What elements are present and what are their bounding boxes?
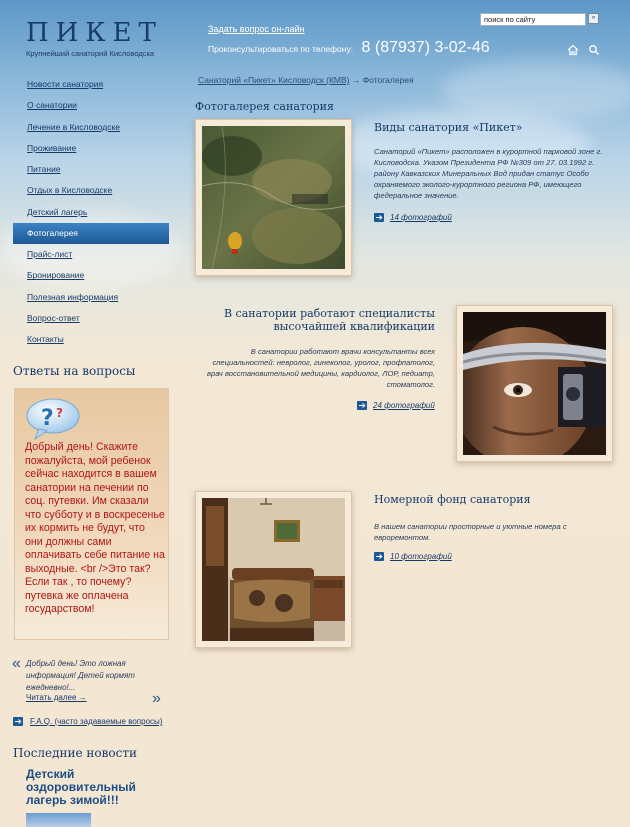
sidebar-item-gallery[interactable]: Фотогалерея <box>13 223 169 245</box>
sidebar-item-useful-info[interactable]: Полезная информация <box>13 290 169 311</box>
sidebar-item-food[interactable]: Питание <box>13 162 169 183</box>
sidebar-item-leisure[interactable]: Отдых в Кисловодске <box>13 183 169 204</box>
search-input[interactable]: поиск по сайту <box>480 13 586 26</box>
sidebar-item-contacts[interactable]: Контакты <box>13 332 169 353</box>
logo-title: ПИКЕТ <box>26 18 163 48</box>
section-title-views[interactable]: Виды санатория «Пикет» <box>374 121 614 134</box>
sidebar-nav: Новости санатория О санатории Лечение в … <box>13 77 169 354</box>
quote-close-icon: » <box>152 690 161 707</box>
gallery-photo-views[interactable] <box>195 119 352 276</box>
qa-question-box[interactable]: ? ? Добрый день! Скажите пожалуйста, мой… <box>14 388 169 640</box>
arrow-right-icon <box>374 213 384 222</box>
eye-exam-image <box>463 312 606 455</box>
quote-open-icon: « <box>12 655 21 672</box>
sidebar-item-news[interactable]: Новости санатория <box>13 77 169 98</box>
news-thumbnail[interactable] <box>26 813 91 827</box>
sidebar-item-about[interactable]: О санатории <box>13 98 169 119</box>
logo-subtitle: Крупнейший санаторий Кисловодска <box>26 49 155 58</box>
section-desc-views: Санаторий «Пикет» расположен в курортной… <box>374 147 603 200</box>
gallery-photo-rooms[interactable] <box>195 491 352 648</box>
arrow-right-icon <box>374 552 384 561</box>
phone-number: 8 (87937) 3-02-46 <box>361 39 490 56</box>
qa-question-text: Добрый день! Скажите пожалуйста, мой реб… <box>25 441 165 615</box>
photos-count-link-specialists[interactable]: 24 фотографий <box>373 401 435 410</box>
section-desc-specialists: В санатории работают врачи консультанты … <box>207 347 435 389</box>
news-item-title[interactable]: Детский оздоровительный лагерь зимой!!! <box>26 768 156 807</box>
phone-block: Проконсультироваться по телефону: 8 (879… <box>208 39 490 57</box>
svg-text:?: ? <box>41 406 54 431</box>
news-heading: Последние новости <box>13 746 137 760</box>
sidebar-item-treatment[interactable]: Лечение в Кисловодске <box>13 120 169 141</box>
search-icon[interactable] <box>588 44 600 56</box>
faq-link[interactable]: F.A.Q. (часто задаваемые вопросы) <box>30 717 162 726</box>
read-more-link[interactable]: Читать далее → <box>26 693 87 702</box>
breadcrumb: Санаторий «Пикет» Кисловодск (КМВ) → Фот… <box>198 75 414 85</box>
sidebar-item-price-list[interactable]: Прайс-лист <box>13 247 169 268</box>
cloud-decoration <box>440 60 630 120</box>
sidebar-item-booking[interactable]: Бронирование <box>13 268 169 289</box>
site-logo[interactable]: ПИКЕТ Крупнейший санаторий Кисловодска <box>26 20 163 58</box>
breadcrumb-current: → Фотогалерея <box>351 75 414 85</box>
section-title-specialists[interactable]: В санатории работают специалисты высочай… <box>195 307 435 333</box>
arrow-right-icon <box>357 401 367 410</box>
breadcrumb-home-link[interactable]: Санаторий «Пикет» Кисловодск (КМВ) <box>198 75 349 85</box>
aerial-view-image <box>202 126 345 269</box>
qa-answer-text: Добрый день! Это ложная информация! Дете… <box>26 659 135 692</box>
page-title: Фотогалерея санатория <box>195 100 334 113</box>
ask-online-link[interactable]: Задать вопрос он-лайн <box>208 24 305 34</box>
svg-text:?: ? <box>56 406 63 420</box>
section-title-rooms[interactable]: Номерной фонд санатория <box>374 493 614 506</box>
phone-label: Проконсультироваться по телефону: <box>208 44 354 54</box>
home-icon[interactable] <box>567 44 579 56</box>
section-desc-rooms: В нашем санатории просторные и уютные но… <box>374 522 567 542</box>
sidebar-item-qa[interactable]: Вопрос-ответ <box>13 311 169 332</box>
hotel-room-image <box>202 498 345 641</box>
qa-heading: Ответы на вопросы <box>13 364 136 378</box>
photos-count-link-rooms[interactable]: 10 фотографий <box>390 552 452 561</box>
search-submit-button[interactable]: » <box>588 13 599 24</box>
arrow-right-icon <box>13 717 23 726</box>
question-bubble-icon: ? ? <box>26 398 80 440</box>
photos-count-link-views[interactable]: 14 фотографий <box>390 213 452 222</box>
gallery-photo-specialists[interactable] <box>456 305 613 462</box>
sidebar-item-accommodation[interactable]: Проживание <box>13 141 169 162</box>
